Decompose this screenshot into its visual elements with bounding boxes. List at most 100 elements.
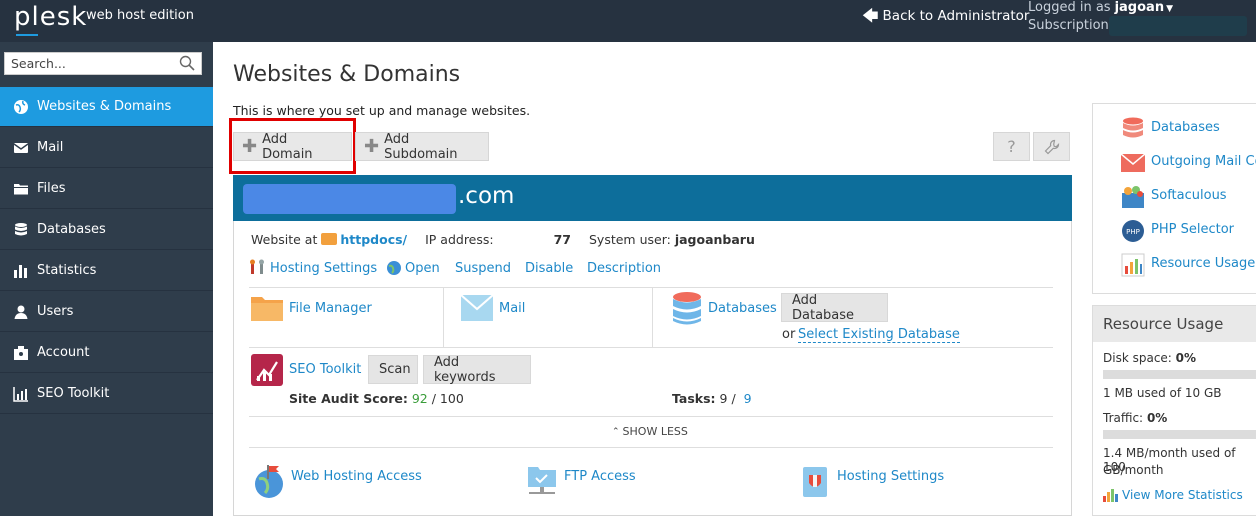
top-bar: plesk web host edition 🡄 Back to Adminis… — [0, 0, 1256, 42]
sidebar-item-mail[interactable]: Mail — [0, 128, 213, 168]
sidebar-item-label: Account — [37, 345, 90, 360]
hosting-settings-icon[interactable] — [800, 465, 830, 499]
or-label: or — [782, 327, 796, 342]
ip-suffix: 77 — [553, 232, 571, 247]
database-color-icon[interactable] — [1121, 117, 1145, 141]
logo-underline — [16, 34, 38, 36]
add-keywords-button[interactable]: Add keywords — [423, 355, 531, 385]
ftp-access-link[interactable]: FTP Access — [564, 469, 636, 484]
sidebar-item-account[interactable]: Account — [0, 333, 213, 373]
sidebar-item-databases[interactable]: Databases — [0, 210, 213, 250]
settings-button[interactable] — [1033, 132, 1070, 161]
edition-label: web host edition — [86, 8, 194, 23]
globe-icon — [12, 98, 30, 116]
back-to-administrator-link[interactable]: 🡄 Back to Administrator — [862, 6, 1029, 25]
softaculous-icon[interactable] — [1121, 185, 1145, 209]
traffic-detail-2: GB/month — [1103, 463, 1164, 477]
sidebar-item-label: SEO Toolkit — [37, 386, 110, 401]
sidebar-item-seo-toolkit[interactable]: SEO Toolkit — [0, 374, 213, 414]
databases-icon[interactable] — [672, 292, 702, 326]
svg-text:PHP: PHP — [1126, 228, 1140, 236]
disk-detail: 1 MB used of 10 GB — [1103, 386, 1222, 400]
help-button[interactable]: ? — [993, 132, 1030, 161]
show-less-label: SHOW LESS — [622, 425, 688, 438]
seo-chart-icon — [12, 385, 30, 403]
page-title: Websites & Domains — [233, 62, 461, 87]
chevron-up-icon: ⌃ — [612, 426, 620, 437]
ftp-access-icon[interactable] — [527, 465, 557, 497]
tasks-total-link[interactable]: 9 — [744, 391, 752, 406]
php-icon[interactable]: PHP — [1121, 219, 1145, 243]
seo-toolkit-icon[interactable] — [251, 354, 283, 386]
caret-down-icon[interactable]: ▼ — [1166, 4, 1173, 14]
subscription-selector[interactable] — [1109, 16, 1247, 36]
domain-header: .com — [233, 175, 1072, 221]
file-manager-icon[interactable] — [251, 293, 283, 323]
resource-usage-icon[interactable] — [1121, 253, 1145, 277]
user-menu[interactable]: jagoan — [1115, 0, 1165, 15]
audit-score-value: 92 — [411, 391, 428, 406]
search-icon[interactable] — [179, 55, 195, 71]
plesk-logo[interactable]: plesk — [14, 2, 87, 32]
traffic-label: Traffic: — [1103, 411, 1144, 425]
sidebar-item-statistics[interactable]: Statistics — [0, 251, 213, 291]
view-more-label: View More Statistics — [1122, 488, 1243, 502]
quick-link-databases[interactable]: Databases — [1151, 120, 1220, 135]
mail-link[interactable]: Mail — [499, 301, 525, 316]
hosting-settings-link[interactable]: Hosting Settings — [270, 261, 377, 276]
select-existing-database-link[interactable]: Select Existing Database — [798, 327, 960, 343]
sidebar-item-label: Websites & Domains — [37, 99, 172, 114]
quick-link-outgoing-mail[interactable]: Outgoing Mail Co — [1151, 154, 1256, 169]
resource-usage-panel: Resource Usage Disk space: 0% 1 MB used … — [1092, 305, 1256, 516]
web-hosting-access-icon[interactable] — [253, 465, 285, 499]
website-info: Website at httpdocs/ IP address: 77 Syst… — [251, 232, 755, 247]
open-link[interactable]: Open — [405, 261, 440, 276]
description-link[interactable]: Description — [587, 261, 661, 276]
hosting-settings-small-icon — [249, 259, 267, 275]
web-hosting-access-link[interactable]: Web Hosting Access — [291, 469, 422, 484]
traffic-usage-bar — [1103, 430, 1256, 439]
mail-icon[interactable] — [460, 294, 494, 321]
quick-link-resource-usage[interactable]: Resource Usage — [1151, 256, 1255, 271]
quick-link-php-selector[interactable]: PHP Selector — [1151, 222, 1234, 237]
stats-icon — [1103, 489, 1118, 502]
suspend-link[interactable]: Suspend — [455, 261, 511, 276]
search-input[interactable] — [5, 53, 173, 74]
disk-space: Disk space: 0% — [1103, 351, 1196, 365]
subscription-label: Subscription — [1028, 18, 1109, 33]
website-at-label: Website at — [251, 232, 318, 247]
show-less-toggle[interactable]: ⌃ SHOW LESS — [612, 425, 688, 438]
divider — [249, 287, 1053, 288]
add-subdomain-button[interactable]: ✚ Add Subdomain — [355, 131, 489, 162]
ip-label: IP address: — [425, 232, 494, 247]
audit-score-max: / 100 — [431, 391, 464, 406]
quick-link-softaculous[interactable]: Softaculous — [1151, 188, 1227, 203]
databases-link[interactable]: Databases — [708, 301, 777, 316]
logged-in-info: Logged in as jagoan ▼ — [1028, 0, 1173, 15]
wrench-icon — [1044, 139, 1059, 154]
outgoing-mail-icon[interactable] — [1120, 151, 1146, 175]
sidebar-item-label: Mail — [37, 140, 64, 155]
view-more-statistics-link[interactable]: View More Statistics — [1103, 488, 1243, 502]
tasks-done: 9 / — [719, 391, 736, 406]
domain-name-redacted — [243, 184, 456, 214]
sidebar-item-files[interactable]: Files — [0, 169, 213, 209]
back-arrow-icon: 🡄 — [862, 6, 879, 25]
bar-chart-icon — [12, 262, 30, 280]
sidebar: Websites & Domains Mail Files Databases … — [0, 42, 213, 516]
scan-button[interactable]: Scan — [368, 355, 418, 384]
system-user-value: jagoanbaru — [674, 232, 755, 247]
hosting-settings-bottom-link[interactable]: Hosting Settings — [837, 469, 944, 484]
disable-link[interactable]: Disable — [525, 261, 573, 276]
add-database-button[interactable]: Add Database — [781, 293, 888, 323]
sidebar-item-users[interactable]: Users — [0, 292, 213, 332]
file-manager-link[interactable]: File Manager — [289, 301, 372, 316]
divider — [249, 416, 1053, 417]
httpdocs-link[interactable]: httpdocs/ — [340, 232, 407, 247]
seo-toolkit-link[interactable]: SEO Toolkit — [289, 362, 361, 377]
add-subdomain-label: Add Subdomain — [384, 131, 458, 162]
page-description: This is where you set up and manage webs… — [233, 103, 531, 118]
disk-usage-bar — [1103, 370, 1256, 379]
sidebar-item-websites-domains[interactable]: Websites & Domains — [0, 87, 213, 127]
highlight-box — [229, 118, 356, 174]
